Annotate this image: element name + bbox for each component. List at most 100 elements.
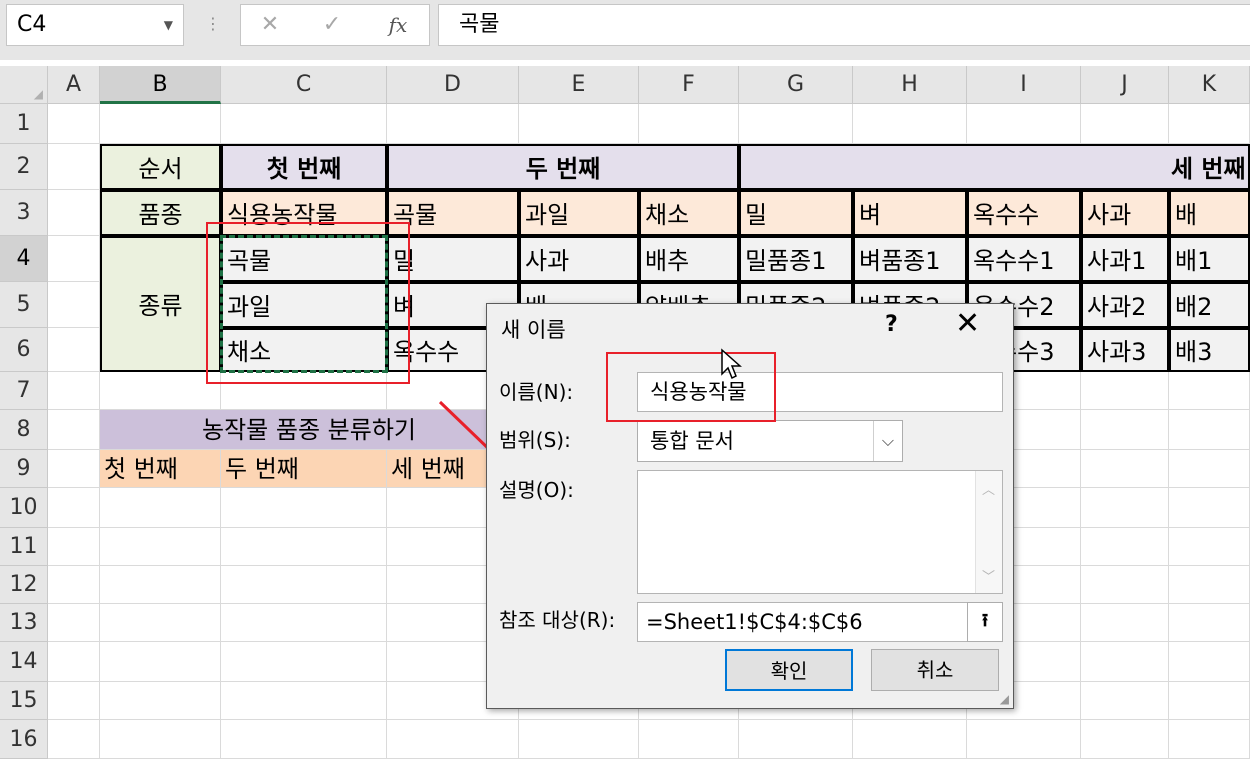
cell-j10[interactable]	[1081, 488, 1169, 528]
cell-b2[interactable]: 순서	[100, 144, 221, 190]
cell-j12[interactable]	[1081, 566, 1169, 604]
cell-c5[interactable]: 과일	[221, 282, 387, 328]
cell-i1[interactable]	[967, 104, 1081, 144]
cell-k12[interactable]	[1169, 566, 1250, 604]
cell-g1[interactable]	[739, 104, 853, 144]
cell-c16[interactable]	[221, 720, 387, 759]
cell-a15[interactable]	[48, 682, 100, 720]
help-icon[interactable]: ?	[885, 312, 898, 337]
collapse-dialog-icon[interactable]: ⭱	[967, 602, 1003, 642]
cell-a4[interactable]	[48, 236, 100, 282]
cell-c3[interactable]: 식용농작물	[221, 190, 387, 236]
formula-input[interactable]: 곡물	[438, 4, 1250, 46]
row-header-16[interactable]: 16	[0, 720, 48, 759]
insert-function-icon[interactable]: fx	[378, 4, 418, 46]
cell-b3[interactable]: 품종	[100, 190, 221, 236]
cell-a1[interactable]	[48, 104, 100, 144]
cell-b16[interactable]	[100, 720, 221, 759]
cell-e16[interactable]	[519, 720, 639, 759]
row-header-4[interactable]: 4	[0, 236, 48, 282]
cell-b14[interactable]	[100, 642, 221, 682]
cell-f4[interactable]: 배추	[639, 236, 739, 282]
row-header-3[interactable]: 3	[0, 190, 48, 236]
refers-to-input[interactable]: =Sheet1!$C$4:$C$6	[637, 602, 969, 642]
cell-c10[interactable]	[221, 488, 387, 528]
chevron-down-icon[interactable]: ⌵	[873, 421, 902, 461]
cell-k4[interactable]: 배1	[1169, 236, 1250, 282]
column-header-b[interactable]: B	[100, 66, 221, 104]
cell-i16[interactable]	[967, 720, 1081, 759]
row-header-2[interactable]: 2	[0, 144, 48, 190]
cell-d3[interactable]: 곡물	[387, 190, 519, 236]
enter-icon[interactable]: ✓	[312, 4, 352, 46]
row-header-14[interactable]: 14	[0, 642, 48, 682]
chevron-down-icon[interactable]: ▼	[164, 5, 173, 45]
cell-b10[interactable]	[100, 488, 221, 528]
cell-b12[interactable]	[100, 566, 221, 604]
cell-j1[interactable]	[1081, 104, 1169, 144]
cell-c4[interactable]: 곡물	[221, 236, 387, 282]
row-header-5[interactable]: 5	[0, 282, 48, 328]
cell-c7[interactable]	[221, 372, 387, 410]
cell-b1[interactable]	[100, 104, 221, 144]
cell-c14[interactable]	[221, 642, 387, 682]
cell-g4[interactable]: 밀품종1	[739, 236, 853, 282]
column-header-h[interactable]: H	[853, 66, 967, 104]
cell-b11[interactable]	[100, 528, 221, 566]
cell-j6[interactable]: 사과3	[1081, 328, 1169, 372]
column-header-j[interactable]: J	[1081, 66, 1169, 104]
cell-j11[interactable]	[1081, 528, 1169, 566]
cell-c11[interactable]	[221, 528, 387, 566]
column-header-g[interactable]: G	[739, 66, 853, 104]
cell-j16[interactable]	[1081, 720, 1169, 759]
cancel-button[interactable]: 취소	[871, 649, 999, 691]
column-header-a[interactable]: A	[48, 66, 100, 104]
cell-b4-merged[interactable]: 종류	[100, 236, 221, 372]
cell-g2-merged[interactable]: 세 번째	[739, 144, 1250, 190]
comment-scrollbar[interactable]: ︿ ﹀	[975, 471, 1002, 593]
cell-k8[interactable]	[1169, 410, 1250, 450]
cell-h1[interactable]	[853, 104, 967, 144]
cell-j3[interactable]: 사과	[1081, 190, 1169, 236]
cancel-icon[interactable]: ✕	[250, 4, 290, 46]
cell-a16[interactable]	[48, 720, 100, 759]
cell-h3[interactable]: 벼	[853, 190, 967, 236]
cell-k14[interactable]	[1169, 642, 1250, 682]
cell-a3[interactable]	[48, 190, 100, 236]
cell-i3[interactable]: 옥수수	[967, 190, 1081, 236]
cell-b13[interactable]	[100, 604, 221, 642]
cell-k5[interactable]: 배2	[1169, 282, 1250, 328]
column-header-k[interactable]: K	[1169, 66, 1250, 104]
cell-d16[interactable]	[387, 720, 519, 759]
cell-c15[interactable]	[221, 682, 387, 720]
cell-a8[interactable]	[48, 410, 100, 450]
column-header-c[interactable]: C	[221, 66, 387, 104]
column-header-d[interactable]: D	[387, 66, 519, 104]
cell-c13[interactable]	[221, 604, 387, 642]
cell-k1[interactable]	[1169, 104, 1250, 144]
cell-a6[interactable]	[48, 328, 100, 372]
cell-e1[interactable]	[519, 104, 639, 144]
cell-k16[interactable]	[1169, 720, 1250, 759]
cell-d2-merged[interactable]: 두 번째	[387, 144, 739, 190]
cell-c6[interactable]: 채소	[221, 328, 387, 372]
row-header-12[interactable]: 12	[0, 566, 48, 604]
cell-i4[interactable]: 옥수수1	[967, 236, 1081, 282]
cell-k7[interactable]	[1169, 372, 1250, 410]
column-header-i[interactable]: I	[967, 66, 1081, 104]
cell-a10[interactable]	[48, 488, 100, 528]
cell-d1[interactable]	[387, 104, 519, 144]
row-header-13[interactable]: 13	[0, 604, 48, 642]
cell-a14[interactable]	[48, 642, 100, 682]
scroll-down-icon[interactable]: ﹀	[982, 566, 995, 585]
column-header-f[interactable]: F	[639, 66, 739, 104]
close-icon[interactable]: ✕	[955, 306, 980, 341]
cell-k10[interactable]	[1169, 488, 1250, 528]
cell-k3[interactable]: 배	[1169, 190, 1250, 236]
cell-b7[interactable]	[100, 372, 221, 410]
cell-f3[interactable]: 채소	[639, 190, 739, 236]
comment-textarea[interactable]: ︿ ﹀	[637, 470, 1003, 594]
row-header-9[interactable]: 9	[0, 450, 48, 488]
cell-c1[interactable]	[221, 104, 387, 144]
cell-g16[interactable]	[739, 720, 853, 759]
